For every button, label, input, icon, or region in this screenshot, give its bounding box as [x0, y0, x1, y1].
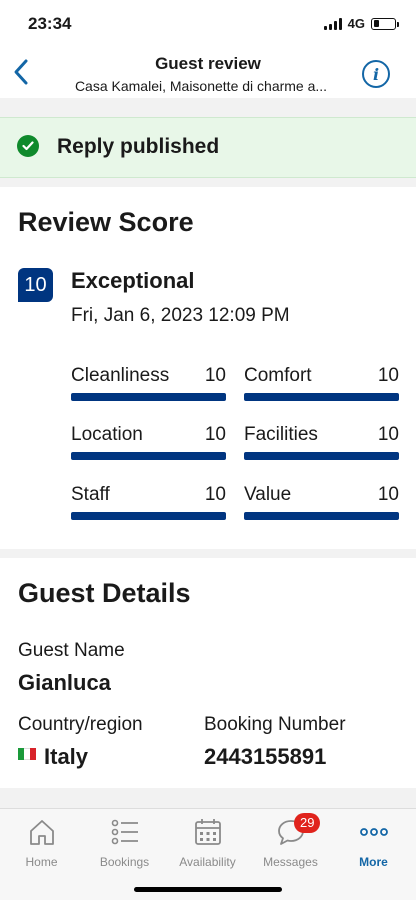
country-label: Country/region [18, 714, 143, 735]
booking-number[interactable]: 2443155891 [204, 744, 326, 770]
back-button[interactable] [8, 56, 34, 88]
score-bar [244, 512, 399, 520]
subscore-staff: Staff 10 [71, 484, 226, 526]
subscore-location: Location 10 [71, 424, 226, 466]
home-indicator[interactable] [134, 887, 282, 892]
page-title: Guest review [155, 54, 261, 73]
calendar-icon [194, 819, 221, 845]
property-name: Casa Kamalei, Maisonette di charme a... [74, 78, 328, 94]
score-bar [71, 393, 226, 401]
battery-icon [371, 17, 399, 30]
subscore-label: Staff [71, 484, 110, 505]
more-icon [359, 828, 388, 836]
tab-bookings[interactable]: Bookings [83, 817, 166, 873]
country-value: Italy [44, 744, 89, 769]
status-bar: 23:34 4G [0, 0, 416, 50]
subscore-comfort: Comfort 10 [244, 365, 399, 407]
score-label: Exceptional [71, 268, 195, 293]
review-score-card: Review Score 10 Exceptional Fri, Jan 6, … [0, 187, 416, 549]
signal-icon [323, 17, 342, 30]
info-button[interactable]: i [362, 60, 390, 88]
subscore-value: 10 [204, 484, 226, 505]
status-indicators: 4G [323, 16, 399, 31]
score-bar [244, 452, 399, 460]
subscore-label: Facilities [244, 424, 318, 445]
section-title: Guest Details [18, 578, 191, 608]
banner-text: Reply published [57, 135, 220, 158]
checkmark-icon [17, 135, 39, 157]
subscore-value-category: Value 10 [244, 484, 399, 526]
subscore-value: 10 [377, 365, 399, 386]
info-icon: i [372, 64, 380, 84]
score-bar [71, 452, 226, 460]
subscore-cleanliness: Cleanliness 10 [71, 365, 226, 407]
tab-label: Home [25, 855, 58, 869]
score-bar [71, 512, 226, 520]
reply-status-banner: Reply published [0, 117, 416, 178]
tab-more[interactable]: More [332, 817, 415, 873]
guest-name-label: Guest Name [18, 640, 125, 661]
score-badge: 10 [18, 268, 53, 302]
status-time: 23:34 [28, 14, 72, 33]
subscore-label: Cleanliness [71, 365, 170, 386]
subscore-value: 10 [377, 484, 399, 505]
nav-header: Guest review Casa Kamalei, Maisonette di… [0, 50, 416, 98]
tab-messages[interactable]: 29 Messages [249, 813, 332, 873]
review-date: Fri, Jan 6, 2023 12:09 PM [71, 305, 290, 326]
score-bar [244, 393, 399, 401]
subscore-value: 10 [204, 424, 226, 445]
guest-details-card: Guest Details Guest Name Gianluca Countr… [0, 558, 416, 788]
subscore-value: 10 [204, 365, 226, 386]
tab-label: Availability [179, 855, 236, 869]
chevron-left-icon [14, 59, 28, 85]
tab-label: Messages [263, 855, 318, 869]
guest-name: Gianluca [18, 670, 111, 695]
subscore-label: Value [244, 484, 292, 505]
subscore-label: Comfort [244, 365, 312, 386]
subscore-label: Location [71, 424, 143, 445]
tab-label: More [359, 855, 388, 869]
list-icon [111, 819, 138, 845]
tab-bar: Home Bookings Availability 29 Messages M… [0, 808, 416, 900]
tab-home[interactable]: Home [0, 817, 83, 873]
tab-availability[interactable]: Availability [166, 817, 249, 873]
italy-flag-icon [18, 748, 36, 760]
subscore-facilities: Facilities 10 [244, 424, 399, 466]
booking-number-label: Booking Number [204, 714, 346, 735]
home-icon [29, 820, 54, 845]
subscore-value: 10 [377, 424, 399, 445]
section-title: Review Score [18, 207, 194, 237]
unread-badge: 29 [294, 813, 321, 833]
tab-label: Bookings [99, 855, 150, 869]
network-type: 4G [347, 16, 365, 31]
